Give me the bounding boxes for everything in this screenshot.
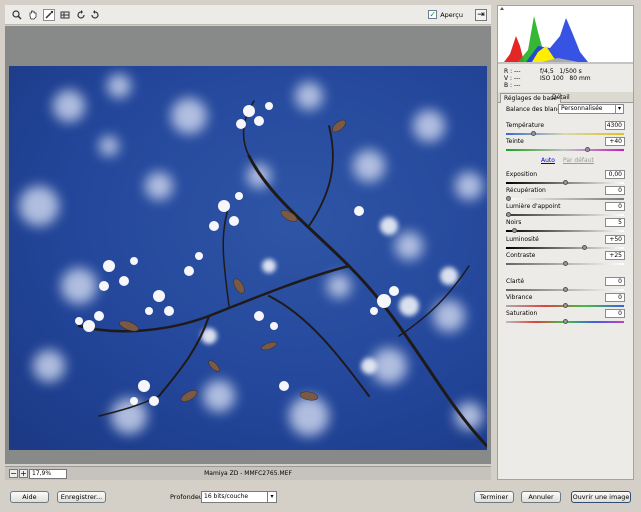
teinte-value[interactable]: +40 — [605, 137, 625, 146]
green-readout: V : --- — [504, 75, 521, 82]
histogram — [498, 6, 633, 64]
clarte-value[interactable]: 0 — [605, 277, 625, 286]
contraste-label: Contraste — [506, 252, 536, 259]
saturation-slider-thumb[interactable] — [563, 319, 568, 324]
vibrance-slider-thumb[interactable] — [563, 303, 568, 308]
saturation-label: Saturation — [506, 310, 538, 317]
lumiere-d-appoint-slider-thumb[interactable] — [506, 212, 511, 217]
temperature-slider-thumb[interactable] — [531, 131, 536, 136]
recuperation-slider-thumb[interactable] — [506, 196, 511, 201]
temperature-slider[interactable] — [506, 131, 624, 136]
iso: ISO 100 — [540, 75, 564, 82]
clarte-label: Clarté — [506, 278, 525, 285]
file-name: Mamiya ZD - MMFC2765.MEF — [204, 470, 292, 477]
recuperation-slider[interactable] — [506, 196, 624, 201]
exposition-slider-thumb[interactable] — [563, 180, 568, 185]
teinte-slider-thumb[interactable] — [585, 147, 590, 152]
vibrance-value[interactable]: 0 — [605, 293, 625, 302]
temperature-value[interactable]: 4300 — [605, 121, 625, 130]
status-bar: − + 17,9% Mamiya ZD - MMFC2765.MEF — [5, 466, 491, 480]
preview-toggle[interactable]: ✓ Aperçu — [428, 10, 463, 19]
help-button[interactable]: Aide — [10, 491, 49, 503]
adjustments-panel: R : --- V : --- B : --- f/4,5 1/500 s IS… — [497, 5, 634, 480]
chevron-down-icon: ▾ — [267, 492, 276, 502]
luminosite-slider-thumb[interactable] — [582, 245, 587, 250]
noirs-slider[interactable] — [506, 228, 624, 233]
noirs-label: Noirs — [506, 219, 522, 226]
preview-canvas[interactable] — [5, 26, 491, 464]
exposition-label: Exposition — [506, 171, 538, 178]
tab-detail[interactable]: Détail — [549, 93, 573, 103]
preview-checkbox[interactable]: ✓ — [428, 10, 438, 19]
luminosite-value[interactable]: +50 — [605, 235, 625, 244]
clarte-slider[interactable] — [506, 287, 624, 292]
hand-icon[interactable] — [27, 9, 39, 21]
exposition-slider[interactable] — [506, 180, 624, 185]
default-link[interactable]: Par défaut — [563, 157, 594, 164]
recuperation-label: Récupération — [506, 187, 546, 194]
toolbar: ✓ Aperçu ⇥ — [5, 5, 491, 25]
done-button[interactable]: Terminer — [474, 491, 514, 503]
vibrance-slider[interactable] — [506, 303, 624, 308]
chevron-down-icon: ▾ — [615, 105, 623, 113]
recuperation-value[interactable]: 0 — [605, 186, 625, 195]
clarte-slider-thumb[interactable] — [563, 287, 568, 292]
luminosite-label: Luminosité — [506, 236, 539, 243]
preview-label: Aperçu — [440, 10, 463, 19]
luminosite-slider[interactable] — [506, 245, 624, 250]
noirs-value[interactable]: 5 — [605, 218, 625, 227]
depth-select[interactable]: 16 bits/couche ▾ — [201, 491, 277, 503]
save-button[interactable]: Enregistrer... — [57, 491, 106, 503]
lumiere-d-appoint-label: Lumière d'appoint — [506, 203, 561, 210]
auto-link[interactable]: Auto — [541, 157, 555, 164]
fullscreen-icon[interactable]: ⇥ — [475, 9, 487, 21]
info-area: R : --- V : --- B : --- f/4,5 1/500 s IS… — [498, 65, 633, 91]
focal-length: 80 mm — [569, 75, 591, 82]
depth-value: 16 bits/couche — [204, 493, 249, 500]
white-balance-icon[interactable] — [43, 9, 55, 21]
saturation-slider[interactable] — [506, 319, 624, 324]
lumiere-d-appoint-slider[interactable] — [506, 212, 624, 217]
contraste-value[interactable]: +25 — [605, 251, 625, 260]
blue-readout: B : --- — [504, 82, 521, 89]
lumiere-d-appoint-value[interactable]: 0 — [605, 202, 625, 211]
photo-preview — [9, 66, 487, 450]
teinte-slider[interactable] — [506, 147, 624, 152]
zoom-icon[interactable] — [11, 9, 23, 21]
temperature-label: Température — [506, 122, 545, 129]
red-readout: R : --- — [504, 68, 521, 75]
aperture: f/4,5 — [540, 68, 554, 75]
noirs-slider-thumb[interactable] — [512, 228, 517, 233]
rotate-right-icon[interactable] — [89, 9, 101, 21]
contraste-slider[interactable] — [506, 261, 624, 266]
shutter: 1/500 s — [559, 68, 582, 75]
vibrance-label: Vibrance — [506, 294, 533, 301]
white-balance-value: Personnalisée — [561, 105, 603, 112]
exposition-value[interactable]: 0,00 — [605, 170, 625, 179]
panel-tabs: Réglages de base Détail — [498, 92, 633, 103]
teinte-label: Teinte — [506, 138, 524, 145]
saturation-value[interactable]: 0 — [605, 309, 625, 318]
rotate-left-icon[interactable] — [75, 9, 87, 21]
open-image-button[interactable]: Ouvrir une image — [571, 491, 631, 503]
color-sampler-icon[interactable] — [59, 9, 71, 21]
bottom-bar: Aide Enregistrer... Profondeur : 16 bits… — [0, 484, 641, 512]
white-balance-select[interactable]: Personnalisée ▾ — [558, 104, 624, 114]
contraste-slider-thumb[interactable] — [563, 261, 568, 266]
cancel-button[interactable]: Annuler — [521, 491, 561, 503]
